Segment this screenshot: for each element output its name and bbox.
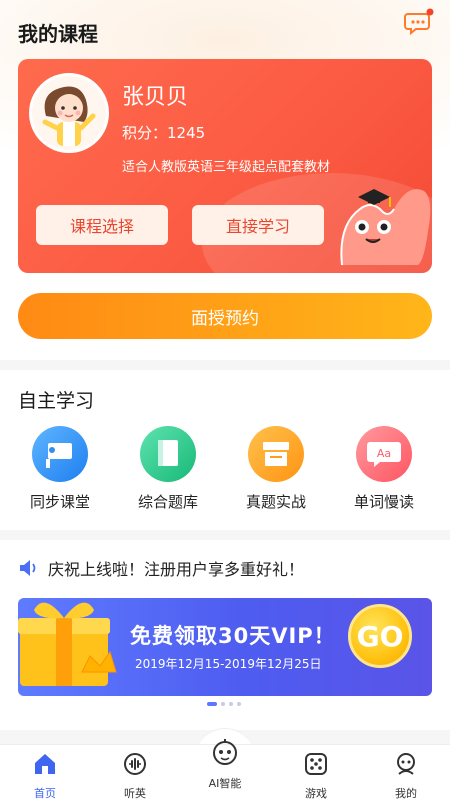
avatar[interactable] [29, 73, 109, 153]
tile-real-exam[interactable]: 真题实战 [226, 426, 326, 512]
banner-title: 免费领取30天VIP！ [130, 624, 336, 648]
profile-icon [397, 753, 415, 775]
listen-icon [124, 753, 146, 775]
carousel-dot[interactable] [237, 702, 241, 706]
word-icon: Aa [356, 426, 412, 482]
tab-label: 我的 [395, 787, 417, 800]
start-study-button[interactable]: 直接学习 [192, 205, 324, 245]
page-title: 我的课程 [18, 22, 98, 46]
exam-icon [248, 426, 304, 482]
notice[interactable]: 庆祝上线啦！注册用户享多重好礼！ [18, 556, 304, 580]
home-icon [35, 754, 55, 774]
self-study-title: 自主学习 [18, 390, 95, 412]
carousel-dot[interactable] [207, 702, 217, 706]
self-study-section: 自主学习 同步课堂 综合题库 真题实战 Aa 单词慢读 [0, 370, 450, 530]
tab-home[interactable]: 首页 [10, 751, 80, 800]
tab-label: 游戏 [305, 787, 327, 800]
tab-label: 首页 [34, 787, 56, 800]
go-button[interactable]: GO [348, 604, 412, 668]
tab-game[interactable]: 游戏 [281, 751, 351, 800]
carousel-dot[interactable] [229, 702, 233, 706]
tab-profile[interactable]: 我的 [371, 751, 441, 800]
tile-question-bank[interactable]: 综合题库 [118, 426, 218, 512]
tile-label: 综合题库 [137, 493, 198, 511]
tile-label: 同步课堂 [29, 493, 90, 511]
student-name: 张贝贝 [122, 85, 189, 110]
tab-label: 听英 [124, 787, 146, 800]
score-value: 1245 [167, 124, 206, 142]
tile-sync-class[interactable]: 同步课堂 [10, 426, 110, 512]
tab-ai[interactable]: AI智能 [190, 737, 260, 791]
carousel-dot[interactable] [221, 702, 225, 706]
svg-text:Aa: Aa [377, 447, 391, 460]
score-label: 积分： [122, 124, 168, 142]
score: 积分：1245 [122, 122, 205, 143]
speaker-icon [20, 560, 36, 576]
tab-listen[interactable]: 听英 [100, 751, 170, 800]
tile-label: 单词慢读 [353, 493, 414, 511]
robot-icon [213, 739, 237, 765]
tile-label: 真题实战 [245, 493, 306, 511]
mascot-icon [340, 189, 431, 266]
textbook-info: 适合人教版英语三年级起点配套教材 [122, 160, 331, 175]
tab-label: AI智能 [208, 777, 242, 790]
tab-bar: 首页 听英 AI智能 游戏 我的 [0, 739, 450, 800]
course-card: 张贝贝 积分：1245 适合人教版英语三年级起点配套教材 课程选择 直接学习 [18, 59, 432, 273]
banner-date: 2019年12月15-2019年12月25日 [135, 657, 322, 671]
vip-banner[interactable]: 免费领取30天VIP！ 2019年12月15-2019年12月25日 GO [18, 598, 432, 696]
appointment-button[interactable]: 面授预约 [18, 293, 432, 339]
dice-icon [305, 753, 327, 775]
classroom-icon [32, 426, 88, 482]
message-icon[interactable] [404, 8, 434, 36]
course-select-button[interactable]: 课程选择 [36, 205, 168, 245]
carousel-indicator [207, 702, 241, 706]
tile-word-reading[interactable]: Aa 单词慢读 [334, 426, 434, 512]
question-bank-icon [140, 426, 196, 482]
gift-icon [18, 602, 117, 686]
notice-text: 庆祝上线啦！注册用户享多重好礼！ [48, 560, 305, 579]
promotion-section: 庆祝上线啦！注册用户享多重好礼！ 免费领取30天VIP！ 2019年12月15-… [0, 540, 450, 730]
